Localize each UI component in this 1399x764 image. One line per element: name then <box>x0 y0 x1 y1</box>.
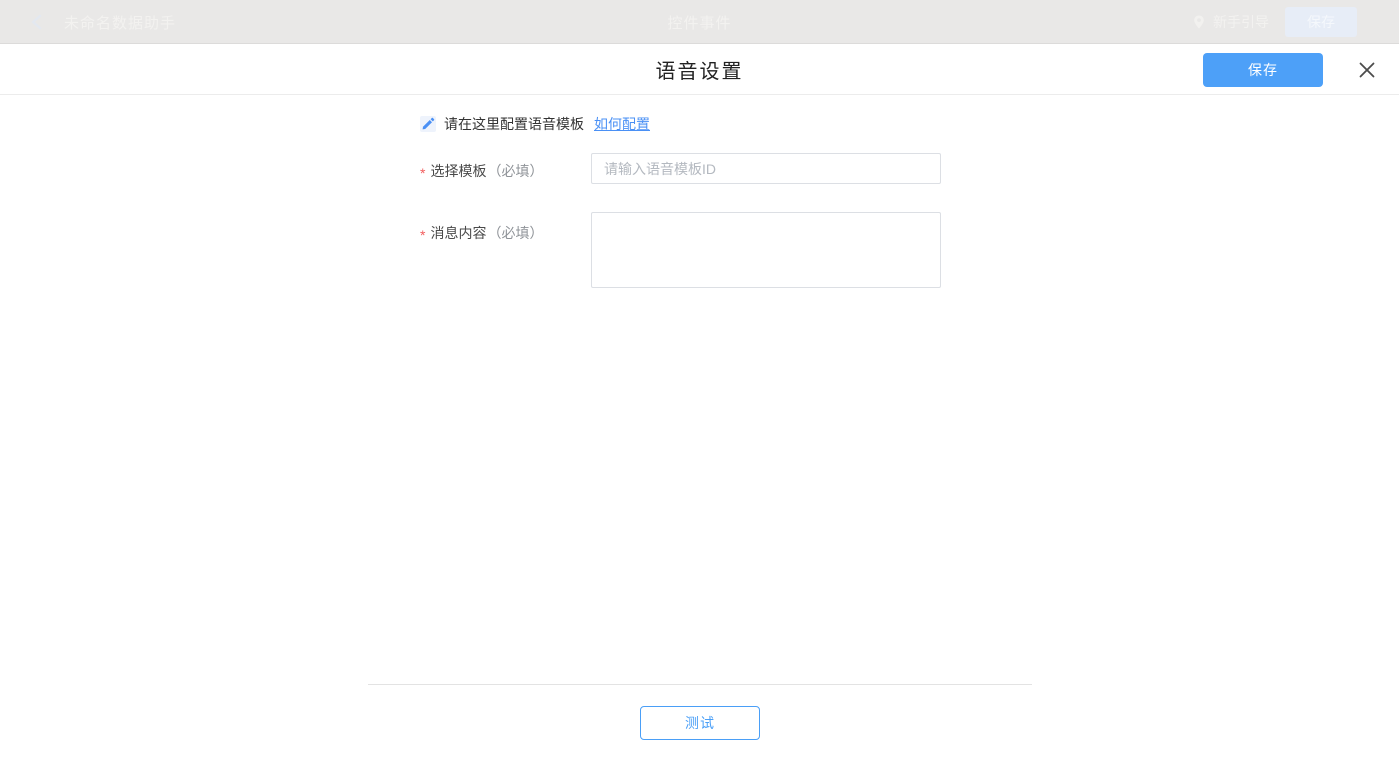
modal-header: 语音设置 保存 <box>0 44 1399 95</box>
topbar-center-title: 控件事件 <box>0 0 1399 44</box>
required-asterisk: * <box>420 227 425 243</box>
close-button[interactable] <box>1355 58 1379 82</box>
guide-link[interactable]: 新手引导 <box>1191 12 1269 32</box>
hint-row: 请在这里配置语音模板 如何配置 <box>420 115 650 133</box>
voice-settings-page: 未命名数据助手 控件事件 新手引导 保存 语音设置 保存 <box>0 0 1399 764</box>
app-title: 未命名数据助手 <box>64 12 176 33</box>
location-pin-icon <box>1191 14 1207 30</box>
modal-title: 语音设置 <box>0 44 1399 95</box>
back-chevron-icon[interactable] <box>28 13 46 31</box>
topbar-save-button[interactable]: 保存 <box>1285 7 1357 37</box>
how-to-configure-link[interactable]: 如何配置 <box>594 114 650 134</box>
footer-divider <box>368 684 1032 685</box>
topbar-right: 新手引导 保存 <box>1191 0 1357 44</box>
close-icon <box>1357 60 1377 80</box>
pencil-icon <box>420 116 436 132</box>
test-button[interactable]: 测试 <box>640 706 760 740</box>
required-asterisk: * <box>420 165 425 181</box>
template-id-input[interactable] <box>591 153 941 184</box>
guide-label: 新手引导 <box>1213 12 1269 32</box>
message-field-label: * 消息内容 （必填） <box>420 223 590 243</box>
topbar: 未命名数据助手 控件事件 新手引导 保存 <box>0 0 1399 44</box>
template-field-label: * 选择模板 （必填） <box>420 161 590 181</box>
topbar-left: 未命名数据助手 <box>28 0 176 44</box>
hint-text: 请在这里配置语音模板 <box>444 114 584 134</box>
save-button[interactable]: 保存 <box>1203 53 1323 87</box>
message-content-textarea[interactable] <box>591 212 941 288</box>
